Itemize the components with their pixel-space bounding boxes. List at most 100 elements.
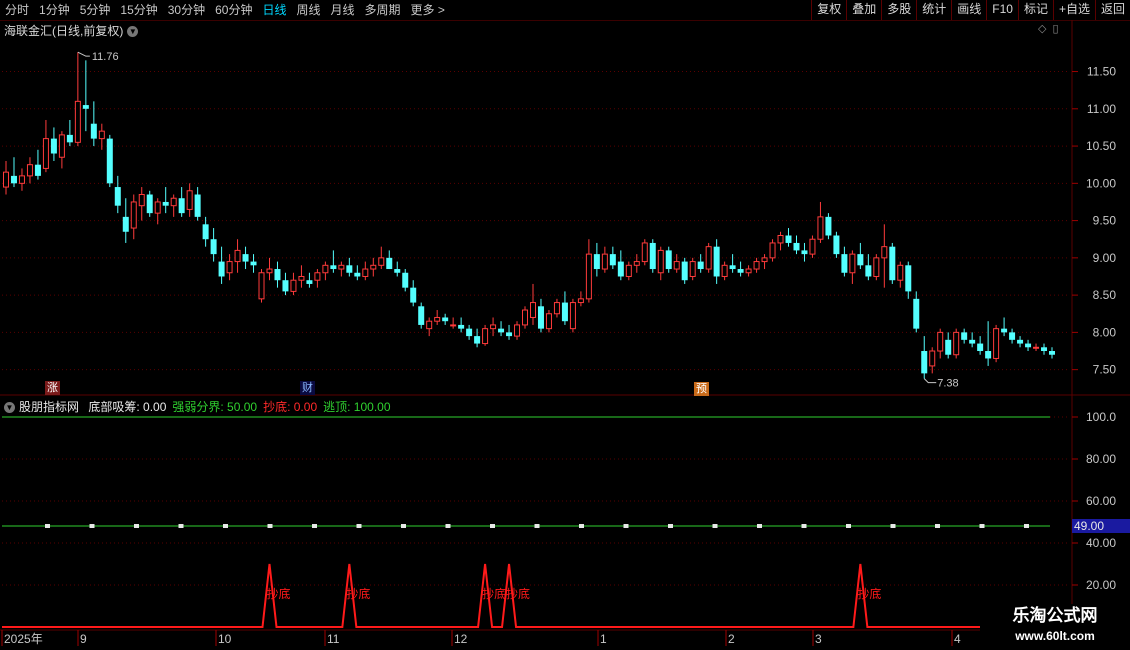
strength-marker [846, 524, 851, 528]
candle [258, 269, 265, 303]
candle-body [625, 264, 632, 277]
candle [466, 324, 473, 340]
candle [114, 175, 121, 214]
candle [74, 52, 81, 147]
candle [58, 131, 65, 169]
candle-body [857, 254, 864, 266]
candle [218, 246, 225, 284]
candle-body [785, 235, 792, 243]
candle [290, 272, 297, 296]
candle-body [98, 130, 105, 140]
candle-body [258, 272, 265, 300]
brand-watermark: 乐淘公式网 www.60lt.com [980, 604, 1130, 650]
candle-body [498, 328, 505, 333]
candle-body [322, 264, 329, 274]
candle-body [1049, 351, 1055, 355]
price-tick-label: 9.50 [1093, 214, 1117, 228]
candle [50, 127, 57, 161]
candle [90, 101, 97, 147]
candle-body [609, 254, 616, 266]
candle-body [753, 261, 760, 270]
candle [921, 336, 928, 379]
price-tick-label: 8.50 [1093, 288, 1117, 302]
candle-body [529, 302, 536, 318]
chevron-down-icon[interactable]: ▼ [4, 402, 15, 414]
candle-body [410, 287, 417, 303]
candle [1001, 317, 1008, 337]
candle-body [10, 175, 17, 184]
event-marker-yu[interactable]: 预 [694, 382, 709, 396]
candle-body [1001, 328, 1008, 333]
candle [745, 265, 752, 277]
time-label: 11 [327, 632, 340, 646]
current-value-label: 49.00 [1074, 519, 1104, 533]
candle [330, 250, 337, 273]
candle-body [777, 234, 784, 244]
candle-body [801, 250, 808, 255]
price-chart[interactable]: 11.50 11.00 10.50 10.00 9.50 9.00 8.50 8.00 7.50… [0, 0, 1130, 650]
candle [378, 246, 385, 270]
candle-body [514, 324, 521, 337]
candle-body [769, 242, 776, 259]
candle [202, 216, 209, 247]
candle [82, 60, 89, 132]
candle [106, 134, 113, 188]
event-marker-zhang[interactable]: 涨 [45, 381, 60, 395]
candle-body [330, 265, 337, 270]
candle-body [761, 257, 768, 263]
candle [34, 149, 41, 180]
strength-marker [979, 524, 985, 528]
bottom-signal-line [2, 563, 1068, 628]
indicator-value-0: 底部吸筹: 0.00 [88, 400, 167, 414]
candle-body [825, 216, 832, 236]
high-label: 11.76 [92, 51, 119, 63]
candle [98, 123, 105, 150]
candle-body [194, 194, 201, 217]
candle [18, 168, 25, 191]
candle [649, 239, 656, 273]
candle [825, 213, 832, 240]
candle-body [34, 164, 41, 176]
signal-label: 抄底 [482, 586, 506, 601]
candle [697, 254, 704, 273]
indicator-title: ▼ 股朋指标网 底部吸筹: 0.00 强弱分界: 50.00 抄底: 0.00 逃顶: … [4, 398, 391, 415]
candle-body [202, 224, 209, 240]
candle-body [434, 316, 441, 322]
event-marker-cai[interactable]: 财 [300, 381, 315, 395]
candle [10, 157, 17, 188]
candle-body [106, 138, 113, 184]
candle [194, 187, 201, 221]
candle [873, 254, 880, 281]
candle-body [218, 261, 225, 277]
time-label: 3 [815, 632, 822, 646]
price-axis: 11.50 11.00 10.50 10.00 9.50 9.00 8.50 8.00 7.50 [1072, 65, 1116, 377]
candle [474, 328, 481, 348]
candle [713, 239, 720, 284]
candle-body [585, 253, 592, 300]
candle-body [458, 324, 465, 329]
candle-body [178, 198, 185, 214]
candle [657, 246, 664, 281]
low-label: 7.38 [937, 378, 958, 390]
strength-marker [757, 524, 762, 528]
brand-name: 乐淘公式网 [1012, 606, 1098, 626]
candle [937, 328, 944, 359]
indicator-value-1: 强弱分界: 50.00 [172, 400, 258, 414]
time-label: 4 [954, 632, 961, 646]
candle [386, 250, 393, 270]
candle [1049, 347, 1055, 359]
strength-marker [445, 524, 451, 528]
candle [769, 239, 776, 262]
candle-body [114, 187, 121, 206]
indicator-name[interactable]: 股朋指标网 [19, 400, 79, 414]
candle-body [282, 280, 289, 292]
candle-body [577, 298, 584, 304]
candle-body [26, 164, 33, 177]
candle [314, 269, 321, 288]
strength-marker [134, 524, 139, 528]
candle [953, 328, 960, 359]
strength-marker [534, 524, 540, 528]
candle [410, 280, 417, 307]
candle [633, 254, 640, 273]
candle-body [681, 261, 688, 281]
